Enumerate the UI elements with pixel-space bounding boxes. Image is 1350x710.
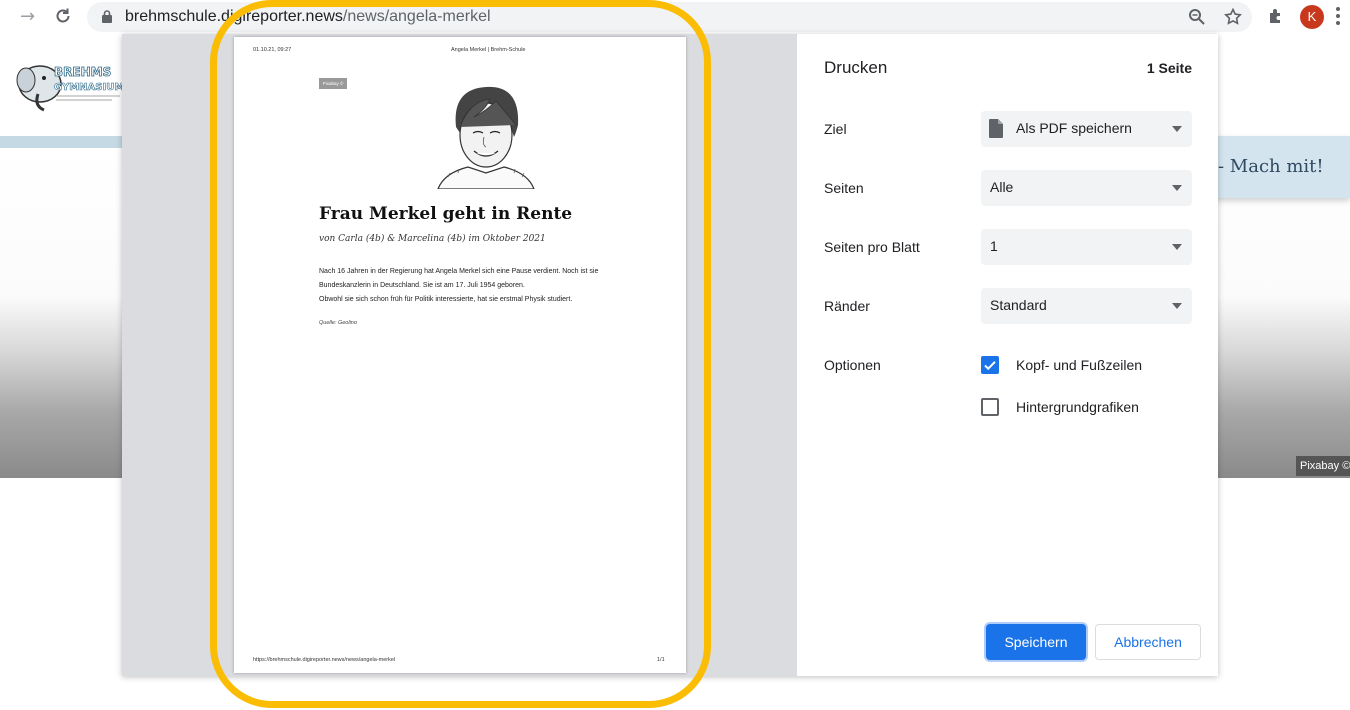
article-body-line: Bundeskanzlerin in Deutschland. Sie ist … (319, 282, 525, 289)
save-button[interactable]: Speichern (986, 624, 1086, 660)
pages-per-sheet-label: Seiten pro Blatt (824, 239, 920, 255)
preview-image-credit: Pixabay © (319, 78, 347, 89)
background-graphics-checkbox[interactable] (981, 398, 999, 416)
profile-avatar[interactable]: K (1300, 5, 1324, 29)
pages-select[interactable]: Alle (981, 170, 1192, 206)
lock-icon (102, 10, 112, 23)
file-icon (989, 119, 1003, 138)
print-preview-area: 01.10.21, 09:27 Angela Merkel | Brehm-Sc… (122, 34, 797, 676)
caret-down-icon (1172, 244, 1182, 250)
article-body: Nach 16 Jahren in der Regierung hat Ange… (319, 265, 649, 307)
preview-page: 01.10.21, 09:27 Angela Merkel | Brehm-Sc… (234, 37, 686, 673)
merkel-portrait (437, 86, 535, 189)
options-label: Optionen (824, 357, 881, 373)
margins-value: Standard (990, 297, 1047, 313)
page-count: 1 Seite (1146, 60, 1192, 76)
zoom-icon[interactable] (1188, 8, 1206, 26)
svg-text:GYMNASIUM: GYMNASIUM (54, 82, 124, 93)
star-icon[interactable] (1224, 8, 1242, 26)
pages-per-sheet-select[interactable]: 1 (981, 229, 1192, 265)
browser-toolbar: → brehmschule.digireporter.news/news/ang… (0, 0, 1350, 34)
article-byline: von Carla (4b) & Marcelina (4b) im Oktob… (319, 234, 546, 244)
margins-label: Ränder (824, 298, 870, 314)
print-dialog: 01.10.21, 09:27 Angela Merkel | Brehm-Sc… (122, 34, 1218, 676)
site-image-credit: Pixabay © (1296, 456, 1350, 476)
url-text: brehmschule.digireporter.news/news/angel… (125, 8, 491, 26)
forward-arrow-icon[interactable]: → (20, 6, 35, 28)
destination-label: Ziel (824, 121, 847, 137)
svg-text:BREHMS: BREHMS (54, 65, 111, 79)
caret-down-icon (1172, 185, 1182, 191)
preview-footer-url: https://brehmschule.digireporter.news/ne… (253, 657, 396, 663)
margins-select[interactable]: Standard (981, 288, 1192, 324)
url-host: brehmschule.digireporter.news (125, 8, 343, 25)
more-menu-icon[interactable] (1336, 7, 1340, 28)
reload-icon[interactable] (54, 7, 72, 25)
print-settings-panel: Drucken 1 Seite Ziel Als PDF speichern S… (797, 34, 1218, 676)
check-icon (984, 361, 996, 371)
destination-value: Als PDF speichern (1016, 120, 1132, 136)
preview-header-title: Angela Merkel | Brehm-Schule (451, 47, 526, 53)
headers-footers-checkbox[interactable] (981, 356, 999, 374)
background-graphics-label[interactable]: Hintergrundgrafiken (1016, 399, 1139, 415)
destination-select[interactable]: Als PDF speichern (981, 111, 1192, 147)
url-path: /news/angela-merkel (342, 8, 491, 25)
headers-footers-label[interactable]: Kopf- und Fußzeilen (1016, 357, 1142, 373)
article-title: Frau Merkel geht in Rente (319, 204, 573, 224)
article-body-line: Obwohl sie sich schon früh für Politik i… (319, 296, 573, 303)
pages-value: Alle (990, 179, 1014, 195)
pages-label: Seiten (824, 180, 864, 196)
preview-header-datetime: 01.10.21, 09:27 (253, 47, 292, 53)
caret-down-icon (1172, 303, 1182, 309)
article-source: Quelle: Geolino (319, 320, 357, 326)
extensions-icon[interactable] (1267, 7, 1285, 25)
cancel-button[interactable]: Abbrechen (1095, 624, 1201, 660)
article-body-line: Nach 16 Jahren in der Regierung hat Ange… (319, 268, 599, 275)
site-banner[interactable]: - Mach mit! (1210, 136, 1350, 198)
address-bar[interactable]: brehmschule.digireporter.news/news/angel… (87, 2, 1252, 32)
caret-down-icon (1172, 126, 1182, 132)
site-logo: BREHMS GYMNASIUM (16, 65, 124, 112)
preview-footer-page: 1/1 (657, 657, 665, 663)
site-banner-text: - Mach mit! (1218, 156, 1324, 177)
print-title: Drucken (824, 58, 888, 77)
pages-per-sheet-value: 1 (990, 238, 998, 254)
